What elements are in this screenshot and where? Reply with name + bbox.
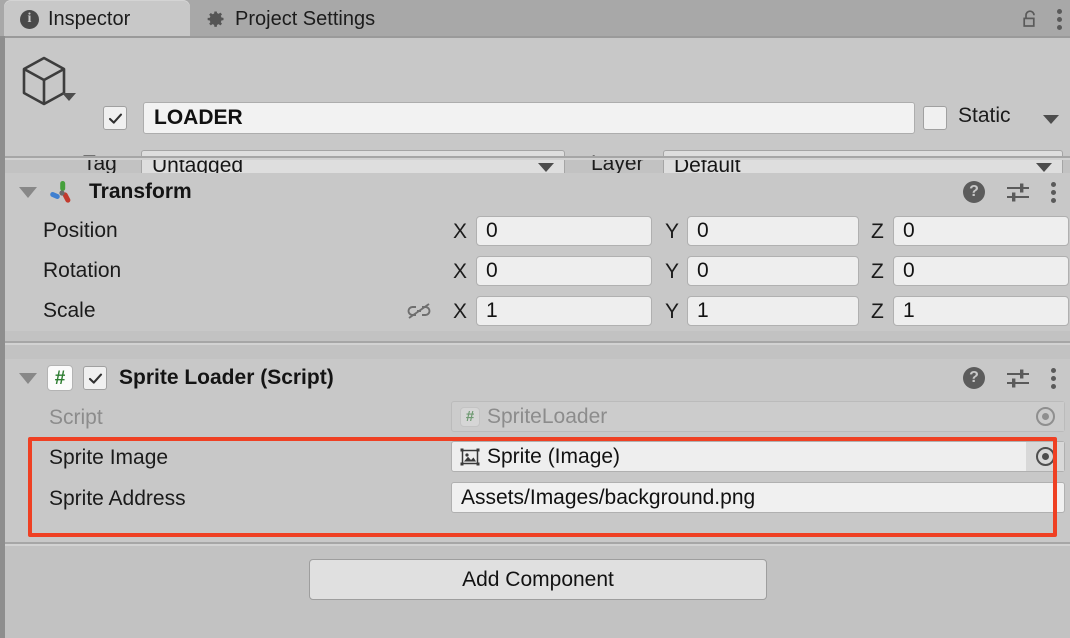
transform-axis-icon [47,179,77,205]
position-y-input[interactable]: 0 [687,216,859,246]
gameobject-header: LOADER Static Tag Untagged Layer Default [5,38,1070,181]
rotation-label: Rotation [43,259,122,282]
info-icon: i [20,9,39,29]
axis-label-y: Y [665,260,680,283]
gameobject-enabled-checkbox[interactable] [103,106,127,130]
tab-inspector[interactable]: i Inspector [4,0,190,38]
scale-y-input[interactable]: 1 [687,296,859,326]
scale-x-value: 1 [486,299,498,322]
object-picker-icon[interactable] [1026,442,1064,471]
sprite-loader-header-actions: ? [963,359,1056,397]
tab-bar: i Inspector Project Settings [0,0,1070,38]
help-icon[interactable]: ? [963,181,985,203]
help-icon[interactable]: ? [963,367,985,389]
rotation-x-input[interactable]: 0 [476,256,652,286]
position-label: Position [43,219,118,242]
rotation-z-input[interactable]: 0 [893,256,1069,286]
sprite-loader-title: Sprite Loader (Script) [119,366,334,389]
sprite-image-value: Sprite (Image) [487,444,621,468]
add-component-button[interactable]: Add Component [309,559,767,600]
sprite-address-value: Assets/Images/background.png [461,485,756,509]
script-object-field: # SpriteLoader [451,401,1065,432]
script-label: Script [49,406,103,429]
transform-row-rotation: Rotation X 0 Y 0 Z 0 [5,251,1070,291]
static-checkbox[interactable] [923,106,947,130]
scale-z-input[interactable]: 1 [893,296,1069,326]
chevron-down-icon [538,163,554,172]
static-label: Static [958,104,1011,127]
rotation-z-value: 0 [903,259,915,282]
separator [5,156,1070,160]
script-row: Script # SpriteLoader [5,397,1070,437]
separator [5,542,1070,546]
transform-row-scale: Scale X 1 Y 1 Z 1 [5,291,1070,331]
sprite-address-row: Sprite Address Assets/Images/background.… [5,478,1070,519]
add-component-label: Add Component [462,567,614,591]
axis-label-y: Y [665,220,680,243]
sprite-image-object-field[interactable]: Sprite (Image) [451,441,1065,472]
kebab-menu-icon[interactable] [1051,181,1056,203]
tab-project-settings[interactable]: Project Settings [190,0,393,38]
sprite-loader-component-body: Script # SpriteLoader Sprite Image Sprit… [5,397,1070,542]
axis-label-x: X [453,220,468,243]
position-x-input[interactable]: 0 [476,216,652,246]
script-badge-icon: # [460,406,480,427]
object-picker-icon [1026,402,1064,431]
sprite-loader-component-header[interactable]: # Sprite Loader (Script) ? [5,359,1070,397]
preset-sliders-icon[interactable] [1006,181,1030,203]
script-value: SpriteLoader [487,404,608,428]
separator [5,341,1070,345]
tab-project-settings-label: Project Settings [235,7,376,30]
rotation-x-value: 0 [486,259,498,282]
axis-label-x: X [453,260,468,283]
static-dropdown-caret-icon[interactable] [1043,115,1059,124]
position-z-input[interactable]: 0 [893,216,1069,246]
sprite-image-row: Sprite Image Sprite (Image) [5,437,1070,478]
script-badge-icon: # [47,365,73,391]
axis-label-y: Y [665,300,680,323]
scale-z-value: 1 [903,299,915,322]
sprite-image-label: Sprite Image [49,446,169,469]
gear-icon [206,9,226,29]
position-z-value: 0 [903,219,915,242]
transform-header-actions: ? [963,173,1056,211]
axis-label-z: Z [871,260,884,283]
transform-component-header[interactable]: Transform ? [5,173,1070,211]
transform-title: Transform [89,180,192,203]
transform-row-position: Position X 0 Y 0 Z 0 [5,211,1070,251]
preset-sliders-icon[interactable] [1006,367,1030,389]
gameobject-name-input[interactable]: LOADER [143,102,915,134]
tab-inspector-label: Inspector [48,7,131,30]
lock-open-icon[interactable] [1021,9,1039,29]
axis-label-z: Z [871,220,884,243]
rotation-y-input[interactable]: 0 [687,256,859,286]
axis-label-z: Z [871,300,884,323]
kebab-menu-icon[interactable] [1051,367,1056,389]
scale-label: Scale [43,299,96,322]
cube-dropdown-caret-icon[interactable] [62,93,76,101]
scale-x-input[interactable]: 1 [476,296,652,326]
sprite-loader-foldout-icon[interactable] [19,372,37,384]
position-y-value: 0 [697,219,709,242]
transform-foldout-icon[interactable] [19,186,37,198]
rotation-y-value: 0 [697,259,709,282]
transform-component-body: Position X 0 Y 0 Z 0 Rotation X 0 Y 0 Z … [5,211,1070,331]
sprite-loader-enabled-checkbox[interactable] [83,366,107,390]
kebab-menu-icon[interactable] [1057,8,1062,30]
position-x-value: 0 [486,219,498,242]
inspector-window: i Inspector Project Settings LOADER Stat… [0,0,1070,638]
gameobject-name-value: LOADER [154,106,243,129]
image-asset-icon [460,447,480,467]
tab-bar-actions [1021,0,1062,38]
sprite-address-label: Sprite Address [49,487,186,510]
chevron-down-icon [1036,163,1052,172]
axis-label-x: X [453,300,468,323]
scale-y-value: 1 [697,299,709,322]
sprite-address-input[interactable]: Assets/Images/background.png [451,482,1065,513]
